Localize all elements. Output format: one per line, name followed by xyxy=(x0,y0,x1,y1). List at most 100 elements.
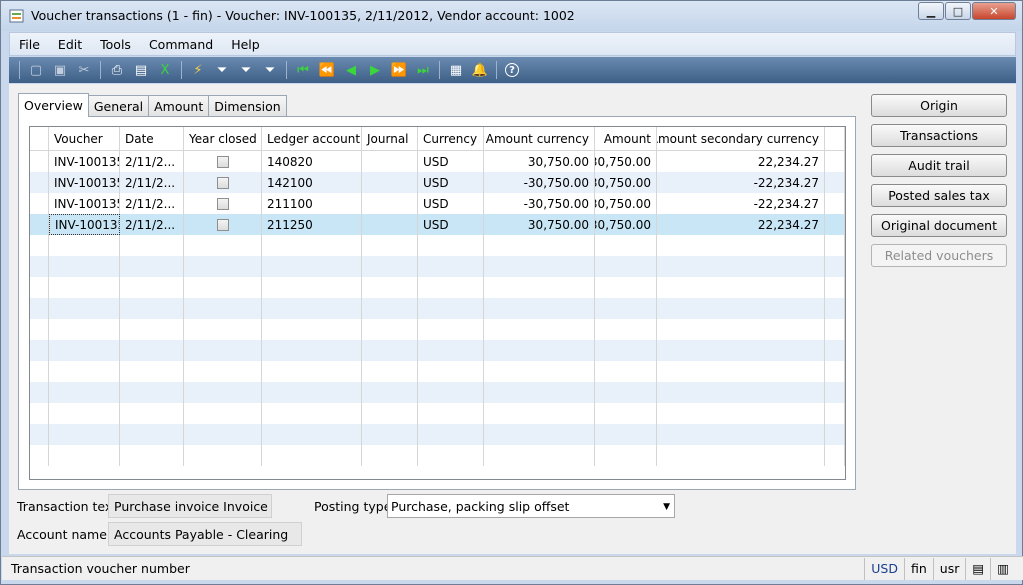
cell-date[interactable]: 2/11/2... xyxy=(120,214,184,235)
cell-year-closed[interactable] xyxy=(184,151,262,172)
new-icon[interactable]: ▢ xyxy=(25,60,47,80)
save-icon[interactable]: ▣ xyxy=(49,60,71,80)
status-company[interactable]: fin xyxy=(904,557,933,580)
posted-sales-tax-button[interactable]: Posted sales tax xyxy=(871,184,1007,207)
column-header-ledger-account[interactable]: Ledger account xyxy=(262,127,362,151)
menu-help[interactable]: Help xyxy=(222,37,269,52)
year-closed-checkbox[interactable] xyxy=(216,218,229,231)
previous-page-icon[interactable]: ⏪ xyxy=(316,60,338,80)
cell-amount-secondary-currency[interactable]: -22,234.27 xyxy=(657,172,825,193)
year-closed-checkbox[interactable] xyxy=(216,176,229,189)
cell-journal[interactable] xyxy=(362,214,418,235)
column-header-voucher[interactable]: Voucher xyxy=(49,127,120,151)
table-row[interactable]: INV-100135 2/11/2... 142100 USD -30,750.00 30… xyxy=(30,172,845,193)
help-icon[interactable]: ? xyxy=(505,63,519,77)
status-currency[interactable]: USD xyxy=(864,557,904,580)
cell-currency[interactable]: USD xyxy=(418,172,484,193)
audit-trail-button[interactable]: Audit trail xyxy=(871,154,1007,177)
cell-amount-currency[interactable]: -30,750.00 xyxy=(484,172,595,193)
chevron-down-icon[interactable]: ▼ xyxy=(663,502,670,512)
close-button[interactable]: ✕ xyxy=(972,2,1016,20)
column-header-date[interactable]: Date xyxy=(120,127,184,151)
empty-row[interactable] xyxy=(30,277,845,298)
year-closed-checkbox[interactable] xyxy=(216,197,229,210)
cell-voucher[interactable]: INV-100135 xyxy=(49,193,120,214)
cell-amount-currency[interactable]: -30,750.00 xyxy=(484,193,595,214)
empty-row[interactable] xyxy=(30,382,845,403)
cell-amount-secondary-currency[interactable]: 22,234.27 xyxy=(657,151,825,172)
status-layer[interactable]: usr xyxy=(932,557,966,580)
cell-date[interactable]: 2/11/2... xyxy=(120,193,184,214)
cell-voucher[interactable]: INV-100135 xyxy=(49,172,120,193)
cell-amount[interactable]: 30,750.00 xyxy=(595,151,657,172)
title-bar[interactable]: Voucher transactions (1 - fin) - Voucher… xyxy=(1,1,1022,31)
origin-button[interactable]: Origin xyxy=(871,94,1007,117)
table-row[interactable]: INV-100135 2/11/2... 140820 USD 30,750.00 30,… xyxy=(30,151,845,172)
empty-row[interactable] xyxy=(30,319,845,340)
menu-tools[interactable]: Tools xyxy=(91,37,140,52)
database-icon[interactable]: ▥ xyxy=(990,557,1023,580)
table-row[interactable]: INV-100135 2/11/2... 211250 USD 30,750.00 30,… xyxy=(30,214,845,235)
empty-row[interactable] xyxy=(30,340,845,361)
cell-year-closed[interactable] xyxy=(184,172,262,193)
cell-ledger-account[interactable]: 211250 xyxy=(262,214,362,235)
cell-year-closed[interactable] xyxy=(184,214,262,235)
tab-amount[interactable]: Amount xyxy=(148,95,210,116)
cell-date[interactable]: 2/11/2... xyxy=(120,151,184,172)
next-page-icon[interactable]: ⏩ xyxy=(388,60,410,80)
cell-amount-secondary-currency[interactable]: -22,234.27 xyxy=(657,193,825,214)
maximize-button[interactable]: □ xyxy=(945,2,971,20)
cell-journal[interactable] xyxy=(362,172,418,193)
cell-amount-secondary-currency[interactable]: 22,234.27 xyxy=(657,214,825,235)
cell-ledger-account[interactable]: 140820 xyxy=(262,151,362,172)
empty-row[interactable] xyxy=(30,235,845,256)
transactions-grid[interactable]: Voucher Date Year closed Ledger account … xyxy=(29,126,846,480)
document-handling-icon[interactable]: ▦ xyxy=(445,60,467,80)
advanced-filter-icon[interactable]: ⏷ xyxy=(235,60,257,80)
cell-amount[interactable]: 30,750.00 xyxy=(595,172,657,193)
cell-date[interactable]: 2/11/2... xyxy=(120,172,184,193)
cell-amount[interactable]: 30,750.00 xyxy=(595,193,657,214)
empty-row[interactable] xyxy=(30,256,845,277)
original-document-button[interactable]: Original document xyxy=(871,214,1007,237)
empty-row[interactable] xyxy=(30,298,845,319)
export-excel-icon[interactable]: X xyxy=(154,60,176,80)
column-header-amount-currency[interactable]: Amount currency xyxy=(484,127,595,151)
column-header-journal[interactable]: Journal xyxy=(362,127,418,151)
first-record-icon[interactable]: ⏮ xyxy=(292,60,314,80)
cell-currency[interactable]: USD xyxy=(418,151,484,172)
transaction-text-field[interactable]: Purchase invoice Invoice 1 xyxy=(108,494,272,518)
tab-overview[interactable]: Overview xyxy=(18,93,89,117)
filter-by-selection-icon[interactable]: ⚡ xyxy=(187,60,209,80)
cell-voucher[interactable]: INV-100135 xyxy=(49,214,120,235)
alert-icon[interactable]: 🔔 xyxy=(469,60,491,80)
empty-row[interactable] xyxy=(30,445,845,466)
previous-record-icon[interactable]: ◀ xyxy=(340,60,362,80)
cell-currency[interactable]: USD xyxy=(418,214,484,235)
tab-dimension[interactable]: Dimension xyxy=(208,95,287,116)
related-vouchers-button[interactable]: Related vouchers xyxy=(871,244,1007,267)
cell-journal[interactable] xyxy=(362,151,418,172)
empty-row[interactable] xyxy=(30,403,845,424)
empty-row[interactable] xyxy=(30,424,845,445)
account-name-field[interactable]: Accounts Payable - Clearing xyxy=(108,522,302,546)
menu-file[interactable]: File xyxy=(10,37,49,52)
column-header-currency[interactable]: Currency xyxy=(418,127,484,151)
cell-currency[interactable]: USD xyxy=(418,193,484,214)
print-preview-icon[interactable]: ▤ xyxy=(130,60,152,80)
filter-by-grid-icon[interactable]: ⏷ xyxy=(211,60,233,80)
column-header-year-closed[interactable]: Year closed xyxy=(184,127,262,151)
column-header-amount[interactable]: Amount xyxy=(595,127,657,151)
print-icon[interactable]: ⎙ xyxy=(106,60,128,80)
minimize-button[interactable]: ▁ xyxy=(918,2,944,20)
posting-type-select[interactable]: Purchase, packing slip offset ▼ xyxy=(387,494,675,518)
cell-amount-currency[interactable]: 30,750.00 xyxy=(484,151,595,172)
column-header-amount-secondary-currency[interactable]: Amount secondary currency xyxy=(657,127,825,151)
remove-filter-icon[interactable]: ⏷ xyxy=(259,60,281,80)
table-row[interactable]: INV-100135 2/11/2... 211100 USD -30,750.00 30… xyxy=(30,193,845,214)
cell-amount-currency[interactable]: 30,750.00 xyxy=(484,214,595,235)
next-record-icon[interactable]: ▶ xyxy=(364,60,386,80)
transactions-button[interactable]: Transactions xyxy=(871,124,1007,147)
cell-journal[interactable] xyxy=(362,193,418,214)
document-icon[interactable]: ▤ xyxy=(965,557,990,580)
